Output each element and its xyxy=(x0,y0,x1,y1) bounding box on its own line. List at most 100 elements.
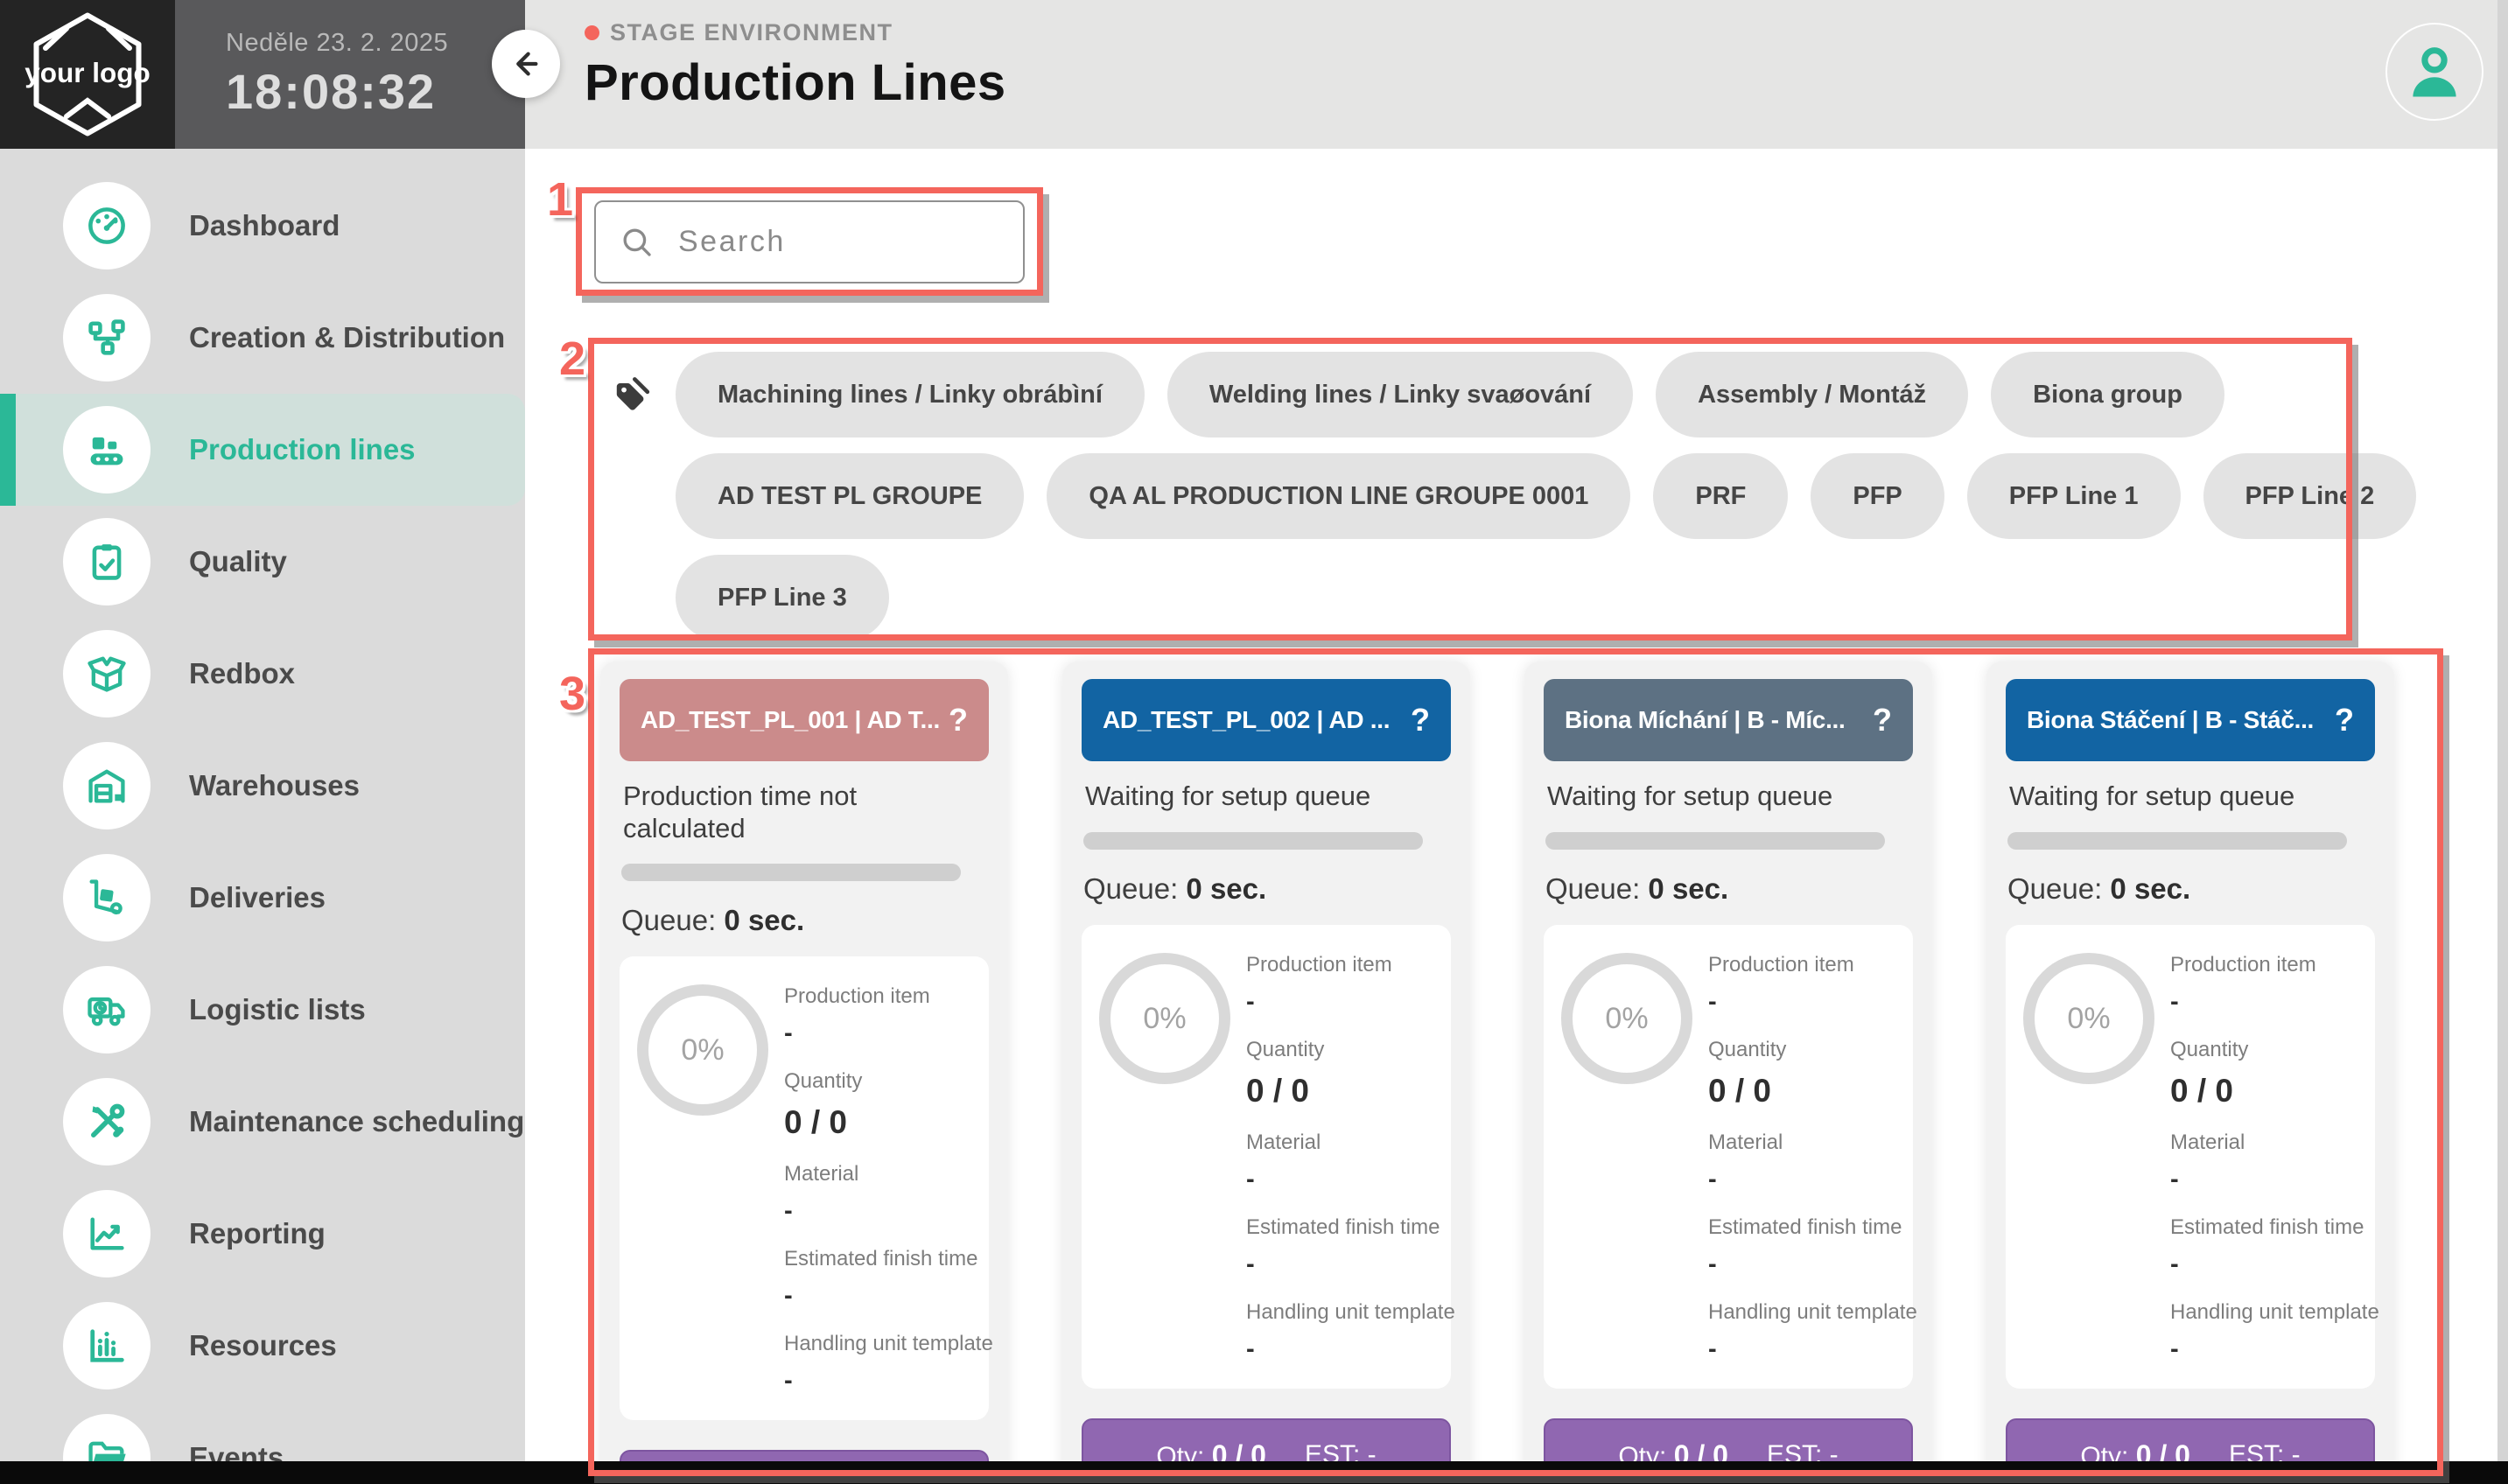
help-icon[interactable]: ? xyxy=(2335,702,2354,738)
sidebar-item-reporting[interactable]: Reporting xyxy=(0,1178,525,1290)
annotation-label-2: 2 xyxy=(559,332,585,386)
filter-chip[interactable]: QA AL PRODUCTION LINE GROUPE 0001 xyxy=(1047,453,1630,539)
filter-chip[interactable]: PFP xyxy=(1811,453,1944,539)
app-root: your logo Neděle 23. 2. 2025 18:08:32 ST… xyxy=(0,0,2508,1484)
filter-chip[interactable]: PRF xyxy=(1653,453,1788,539)
environment-dot-icon xyxy=(585,25,599,40)
card-details: 0% Production item - Quantity 0 / 0 Mate… xyxy=(1082,925,1451,1389)
production-line-card[interactable]: Biona Míchání | B - Míc... ? Waiting for… xyxy=(1524,662,1932,1484)
card-header[interactable]: AD_TEST_PL_001 | AD T... ? xyxy=(620,679,989,761)
field-value: - xyxy=(784,1367,971,1396)
chip-row: Machining lines / Linky obrábìní Welding… xyxy=(676,352,2416,438)
card-title: AD_TEST_PL_002 | AD ... xyxy=(1103,706,1390,734)
card-fields: Production item - Quantity 0 / 0 Materia… xyxy=(1708,949,1895,1364)
filter-chip[interactable]: PFP Line 3 xyxy=(676,555,889,640)
sidebar-item-creation-distribution[interactable]: Creation & Distribution xyxy=(0,282,525,394)
sidebar-item-logistic-lists[interactable]: Logistic lists xyxy=(0,954,525,1066)
field-value: - xyxy=(784,1019,971,1048)
user-avatar[interactable] xyxy=(2385,23,2483,121)
card-title: Biona Stáčení | B - Stáč... xyxy=(2027,706,2314,734)
field-value: 0 / 0 xyxy=(1246,1073,1433,1110)
production-line-card[interactable]: AD_TEST_PL_001 | AD T... ? Production ti… xyxy=(600,662,1008,1484)
page-header: STAGE ENVIRONMENT Production Lines xyxy=(585,19,1006,112)
field-label: Quantity xyxy=(784,1069,971,1094)
field-label: Material xyxy=(784,1162,971,1186)
sidebar-item-label: Maintenance scheduling xyxy=(189,1105,524,1138)
scrollbar[interactable] xyxy=(2497,0,2508,1484)
svg-text:your logo: your logo xyxy=(25,57,151,88)
sidebar-item-redbox[interactable]: Redbox xyxy=(0,618,525,730)
field-label: Production item xyxy=(1708,953,1895,977)
sidebar-item-label: Deliveries xyxy=(189,881,326,914)
field-label: Handling unit template xyxy=(2170,1300,2357,1325)
production-line-card[interactable]: Biona Stáčení | B - Stáč... ? Waiting fo… xyxy=(1986,662,2394,1484)
search-box[interactable] xyxy=(594,200,1025,284)
field-value: - xyxy=(1246,1250,1433,1279)
field-label: Estimated finish time xyxy=(1246,1215,1433,1240)
card-header[interactable]: AD_TEST_PL_002 | AD ... ? xyxy=(1082,679,1451,761)
card-header[interactable]: Biona Míchání | B - Míc... ? xyxy=(1544,679,1913,761)
sidebar-item-production-lines[interactable]: Production lines xyxy=(0,394,525,506)
progress-ring: 0% xyxy=(1099,953,1230,1084)
queue-value: 0 sec. xyxy=(1648,872,1728,905)
sidebar-item-label: Resources xyxy=(189,1329,337,1362)
card-fields: Production item - Quantity 0 / 0 Materia… xyxy=(784,981,971,1396)
card-details: 0% Production item - Quantity 0 / 0 Mate… xyxy=(620,956,989,1420)
filter-chip[interactable]: Biona group xyxy=(1991,352,2224,438)
field-label: Handling unit template xyxy=(1246,1300,1433,1325)
sidebar-item-warehouses[interactable]: Warehouses xyxy=(0,730,525,842)
field-value: - xyxy=(2170,1166,2357,1194)
field-value: - xyxy=(2170,1335,2357,1364)
back-button[interactable] xyxy=(492,30,560,98)
field-value: - xyxy=(784,1197,971,1226)
filter-chip[interactable]: Machining lines / Linky obrábìní xyxy=(676,352,1145,438)
progress-percent: 0% xyxy=(2067,1002,2110,1036)
card-header[interactable]: Biona Stáčení | B - Stáč... ? xyxy=(2006,679,2375,761)
chip-rows: Machining lines / Linky obrábìní Welding… xyxy=(676,352,2416,656)
sidebar-item-quality[interactable]: Quality xyxy=(0,506,525,618)
help-icon[interactable]: ? xyxy=(1873,702,1892,738)
field-label: Handling unit template xyxy=(1708,1300,1895,1325)
clipboard-check-icon xyxy=(63,518,151,606)
annotation-label-3: 3 xyxy=(559,667,585,721)
sidebar-item-deliveries[interactable]: Deliveries xyxy=(0,842,525,954)
sidebar-item-label: Dashboard xyxy=(189,209,340,242)
queue-label: Queue: xyxy=(621,904,716,936)
progress-ring: 0% xyxy=(1561,953,1692,1084)
sidebar-item-maintenance-scheduling[interactable]: Maintenance scheduling xyxy=(0,1066,525,1178)
search-input[interactable] xyxy=(676,224,995,260)
sidebar-item-label: Redbox xyxy=(189,657,295,690)
sidebar-item-resources[interactable]: Resources xyxy=(0,1290,525,1402)
filter-chip[interactable]: Welding lines / Linky svaøování xyxy=(1167,352,1633,438)
field-label: Production item xyxy=(2170,953,2357,977)
filter-chips-panel: Machining lines / Linky obrábìní Welding… xyxy=(613,352,2341,656)
field-label: Material xyxy=(1708,1130,1895,1155)
field-label: Quantity xyxy=(2170,1038,2357,1062)
progress-bar xyxy=(2007,832,2347,850)
page-title: Production Lines xyxy=(585,53,1006,112)
field-label: Quantity xyxy=(1246,1038,1433,1062)
datetime-box: Neděle 23. 2. 2025 18:08:32 xyxy=(175,0,525,149)
progress-ring: 0% xyxy=(2023,953,2154,1084)
filter-chip[interactable]: PFP Line 1 xyxy=(1967,453,2181,539)
filter-chip[interactable]: PFP Line 2 xyxy=(2203,453,2417,539)
help-icon[interactable]: ? xyxy=(949,702,968,738)
queue-value: 0 sec. xyxy=(1186,872,1266,905)
production-line-card[interactable]: AD_TEST_PL_002 | AD ... ? Waiting for se… xyxy=(1062,662,1470,1484)
queue-time: Queue: 0 sec. xyxy=(2007,872,2373,906)
filter-chip[interactable]: AD TEST PL GROUPE xyxy=(676,453,1024,539)
progress-bar xyxy=(1545,832,1885,850)
sidebar-item-dashboard[interactable]: Dashboard xyxy=(0,170,525,282)
warehouse-icon xyxy=(63,742,151,830)
help-icon[interactable]: ? xyxy=(1411,702,1430,738)
filter-chip[interactable]: Assembly / Montáž xyxy=(1656,352,1968,438)
environment-row: STAGE ENVIRONMENT xyxy=(585,19,1006,46)
field-value: - xyxy=(1246,988,1433,1017)
queue-label: Queue: xyxy=(1545,872,1640,905)
field-value: - xyxy=(2170,988,2357,1017)
open-box-icon xyxy=(63,630,151,718)
field-label: Estimated finish time xyxy=(784,1247,971,1271)
tools-icon xyxy=(63,1078,151,1166)
search-icon xyxy=(619,224,655,261)
bottom-black-bar xyxy=(0,1461,2508,1484)
